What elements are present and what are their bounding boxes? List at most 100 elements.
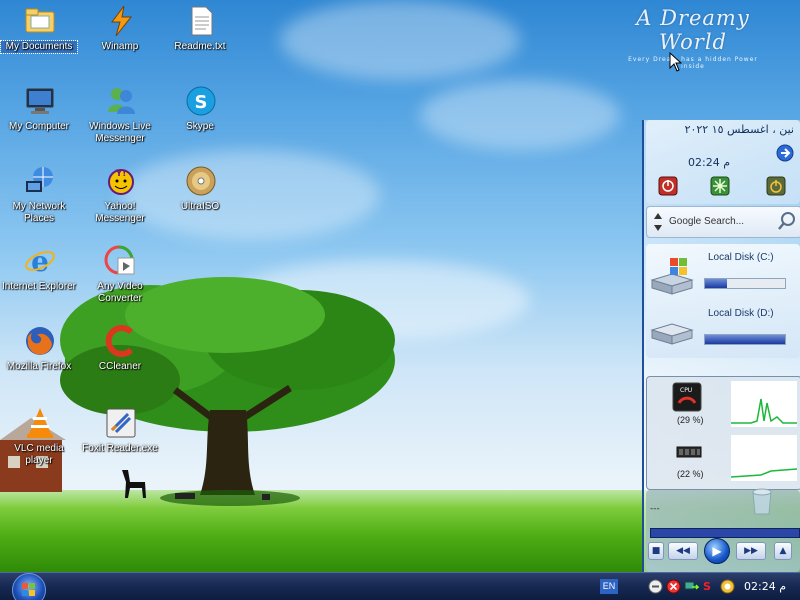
google-search-input[interactable] [669, 213, 777, 229]
windows-sidebar: ﻧﯿﻦ ، اغسطس ١٥ ٢٠٢٢ م 02:24 Google Searc… [642, 120, 800, 572]
date-display: ﻧﯿﻦ ، اغسطس ١٥ ٢٠٢٢ [684, 123, 794, 136]
desktop-icon-label: My Computer [8, 121, 69, 132]
desktop-icon-windows-live-messenger[interactable]: Windows Live Messenger [82, 84, 158, 156]
skype-icon: S [186, 86, 216, 116]
desktop-icon-label: UltraISO [180, 201, 220, 212]
disk-d-label: Local Disk (D:) [708, 308, 774, 319]
desktop-icon-winamp[interactable]: Winamp [82, 4, 158, 76]
search-engine-toggle-icon[interactable] [653, 211, 663, 233]
cpu-label: CPU [680, 387, 692, 394]
start-button[interactable] [12, 573, 46, 600]
desktop-icon-label: Winamp [101, 41, 139, 52]
language-indicator[interactable]: EN [600, 579, 618, 594]
stop-button[interactable]: ■ [648, 542, 664, 560]
desktop-icon-label: Yahoo! Messenger [95, 201, 145, 224]
ram-percent: (22 %) [677, 469, 704, 479]
desktop-icon-mozilla-firefox[interactable]: Mozilla Firefox [1, 324, 77, 396]
text-file-icon [191, 6, 213, 36]
network-tray-icon[interactable] [684, 579, 699, 594]
winamp-icon [111, 5, 133, 37]
disk-c-label: Local Disk (C:) [708, 252, 774, 263]
update-tray-icon[interactable] [720, 579, 735, 594]
disk-d-usage-fill [705, 335, 785, 344]
drive-meter-gadget[interactable]: Local Disk (C:) Local Disk (D:) [646, 244, 800, 358]
cpu-meter-gadget[interactable]: CPU (29 %) (22 %) [646, 376, 800, 490]
shield-tray-icon[interactable] [666, 579, 681, 594]
next-track-button[interactable]: ▶▶ [736, 542, 766, 560]
s-tray-icon[interactable]: S [700, 579, 715, 594]
power-icon[interactable] [766, 176, 786, 196]
ram-usage-graph [731, 435, 797, 481]
google-search-gadget [646, 206, 800, 238]
drive-icon [650, 323, 694, 345]
desktop-icon-label: Any Video Converter [97, 281, 143, 304]
firefox-icon [26, 327, 54, 355]
desktop-icon-my-network-places[interactable]: My Network Places [1, 164, 77, 236]
desktop-icon-label: Windows Live Messenger [89, 121, 151, 144]
desktop-icon-label: My Documents [0, 40, 78, 54]
desktop-icon-readme[interactable]: Readme.txt [162, 4, 238, 76]
windows-logo-icon [22, 583, 35, 596]
computer-icon [26, 88, 54, 114]
desktop-icon-internet-explorer[interactable]: e Internet Explorer [1, 244, 77, 316]
network-icon [26, 167, 53, 192]
previous-track-button[interactable]: ◀◀ [668, 542, 698, 560]
svg-text:Y!: Y! [115, 169, 127, 179]
desktop-icon-foxit-reader[interactable]: Foxit Reader.exe [82, 406, 158, 478]
cpu-icon: CPU [672, 382, 702, 412]
clock-gadget[interactable]: ﻧﯿﻦ ، اغسطس ١٥ ٢٠٢٢ م 02:24 [646, 120, 800, 204]
desktop-icon-ultraiso[interactable]: UltraISO [162, 164, 238, 236]
svg-text:e: e [31, 245, 49, 278]
desktop[interactable]: A Dreamy World Every Dream has a hidden … [0, 0, 800, 600]
cloud-decoration [420, 80, 620, 150]
cloud-decoration [120, 150, 380, 240]
media-progress-bar[interactable] [650, 528, 800, 538]
play-button[interactable]: ▶ [704, 538, 730, 564]
desktop-icon-label: Skype [186, 121, 214, 132]
taskbar-clock[interactable]: م 02:24 [744, 580, 786, 593]
desktop-icon-label: Foxit Reader.exe [82, 443, 158, 454]
desktop-icon-vlc[interactable]: VLC media player [1, 406, 77, 478]
vlc-icon [27, 408, 53, 438]
eject-button[interactable]: ▲ [774, 542, 792, 560]
mouse-pointer-icon [669, 52, 683, 72]
cloud-decoration [280, 0, 520, 80]
ie-icon: e [25, 245, 55, 278]
ccleaner-icon [105, 325, 134, 357]
media-player-gadget[interactable]: --- ■ ◀◀ ▶ ▶▶ ▲ [646, 488, 800, 572]
search-icon[interactable] [777, 211, 797, 231]
desktop-icon-label: My Network Places [12, 201, 66, 224]
desktop-icon-label: VLC media player [14, 443, 64, 466]
sleep-icon[interactable] [710, 176, 730, 196]
yahoo-icon: Y! [108, 169, 134, 195]
video-converter-icon [104, 245, 135, 275]
disk-c-usage-bar [704, 278, 786, 289]
brand-tagline: Every Dream has a hidden Power inside [628, 56, 758, 70]
desktop-icon-my-computer[interactable]: My Computer [1, 84, 77, 156]
messenger-tray-icon[interactable] [648, 579, 663, 594]
windows-drive-icon [650, 258, 694, 295]
arrow-right-icon[interactable] [776, 144, 794, 162]
svg-text:S: S [195, 92, 208, 113]
desktop-icon-label: CCleaner [98, 361, 142, 372]
desktop-icon-any-video-converter[interactable]: Any Video Converter [82, 244, 158, 316]
disk-d-usage-bar [704, 334, 786, 345]
desktop-icon-ccleaner[interactable]: CCleaner [82, 324, 158, 396]
wallpaper-brand: A Dreamy World Every Dream has a hidden … [618, 6, 768, 70]
svg-text:S: S [703, 580, 711, 593]
taskbar: EN S م 02:24 [0, 572, 800, 600]
desktop-icon-label: Mozilla Firefox [6, 361, 72, 372]
time-display: م 02:24 [688, 156, 731, 169]
desktop-icon-yahoo-messenger[interactable]: Y! Yahoo! Messenger [82, 164, 158, 236]
disc-icon [186, 166, 216, 196]
recycle-bin-icon[interactable] [748, 486, 776, 516]
desktop-icon-skype[interactable]: S Skype [162, 84, 238, 156]
pdf-reader-icon [106, 408, 136, 438]
cpu-percent: (29 %) [677, 415, 704, 425]
shutdown-icon[interactable] [658, 176, 678, 196]
folder-documents-icon [25, 8, 55, 33]
desktop-icon-my-documents[interactable]: My Documents [0, 4, 78, 76]
desktop-icon-label: Internet Explorer [2, 281, 76, 292]
media-time-display: --- [650, 504, 660, 514]
desktop-icon-label: Readme.txt [174, 41, 226, 52]
